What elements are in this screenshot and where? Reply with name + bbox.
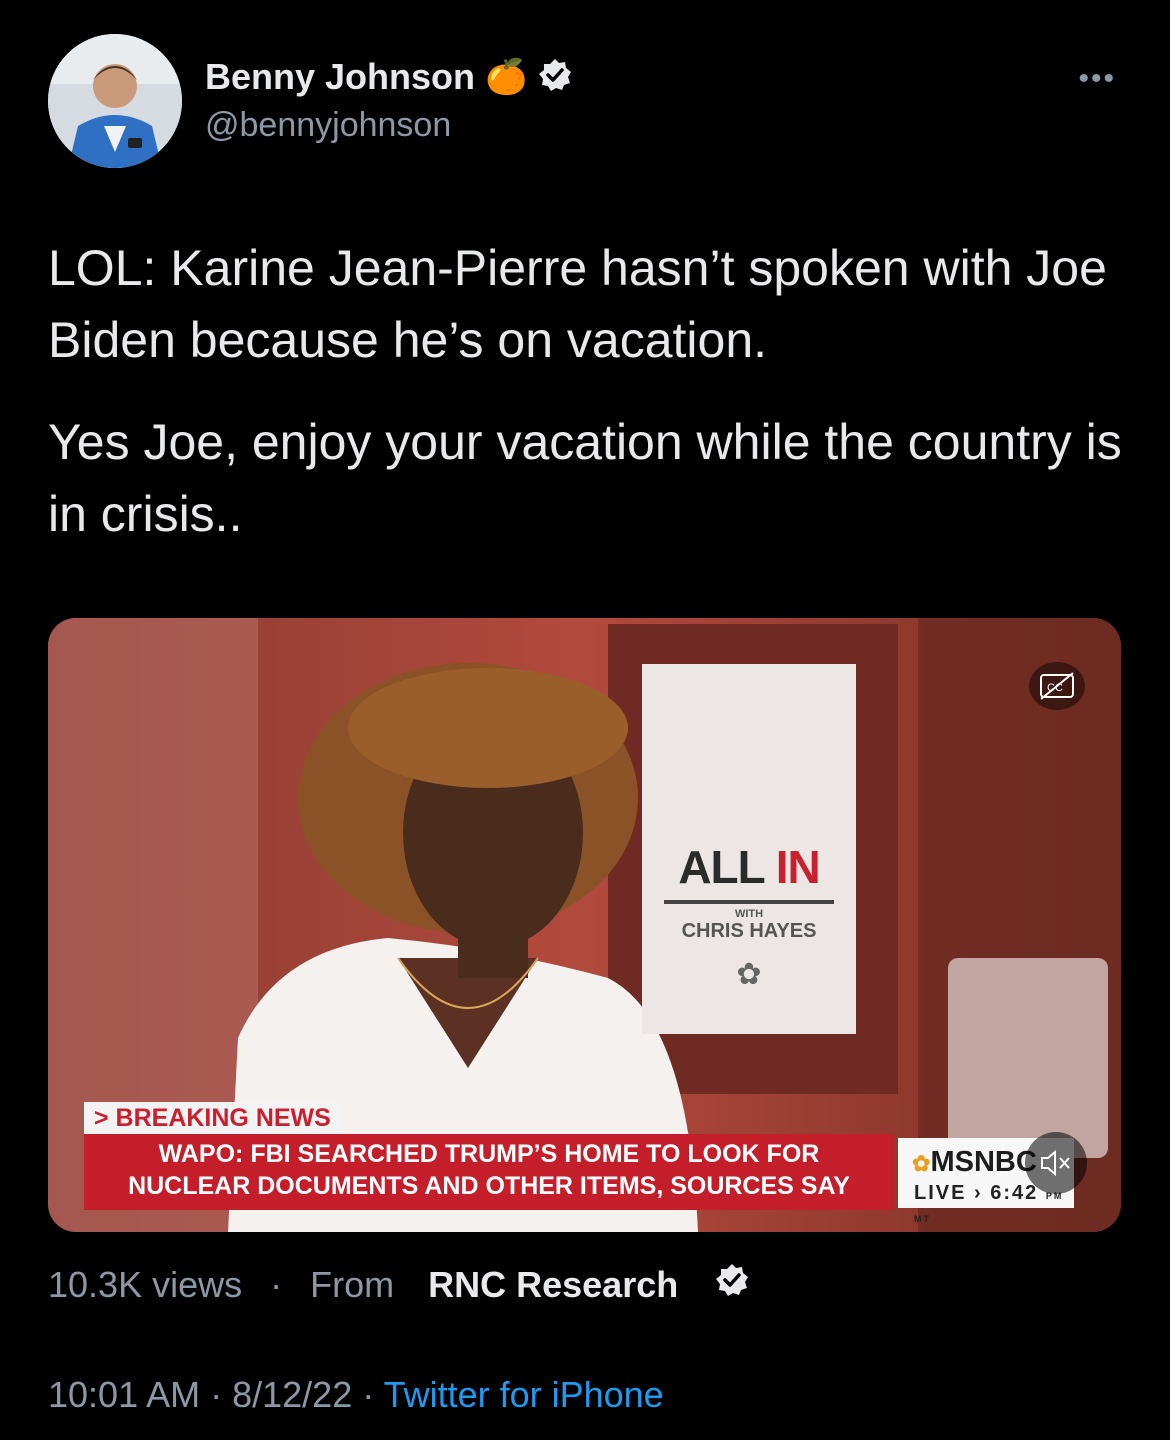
muted-speaker-icon[interactable] <box>1025 1132 1087 1194</box>
video-attribution: 10.3K views · From RNC Research <box>48 1262 750 1307</box>
show-title-all: ALL <box>678 841 776 893</box>
breaking-news-tag: > BREAKING NEWS <box>84 1102 341 1135</box>
headline-line-2: NUCLEAR DOCUMENTS AND OTHER ITEMS, SOURC… <box>128 1172 850 1200</box>
verified-badge-icon <box>537 57 573 98</box>
headline-line-1: WAPO: FBI SEARCHED TRUMP’S HOME TO LOOK … <box>158 1140 820 1168</box>
separator: · <box>270 1263 283 1305</box>
author-avatar[interactable] <box>48 34 182 168</box>
peacock-icon: ✿ <box>912 1151 931 1176</box>
orange-emoji: 🍊 <box>485 58 528 96</box>
verified-badge-icon <box>714 1262 750 1307</box>
tweet-paragraph-1: LOL: Karine Jean-Pierre hasn’t spoken wi… <box>48 240 1107 368</box>
tweet-time[interactable]: 10:01 AM <box>48 1374 200 1415</box>
all-in-sign: ALL IN WITH CHRIS HAYES ✿ <box>642 664 856 1034</box>
view-count: 10.3K views <box>48 1263 243 1305</box>
msnbc-logo: ✿MSNBC <box>912 1146 1037 1178</box>
source-account[interactable]: RNC Research <box>428 1264 678 1306</box>
tweet-timestamp: 10:01 AM · 8/12/22 · Twitter for iPhone <box>48 1374 664 1415</box>
show-host: CHRIS HAYES <box>681 920 817 942</box>
show-title-in: IN <box>775 841 821 893</box>
more-options-icon[interactable]: ••• <box>1078 62 1116 96</box>
author-name[interactable]: Benny Johnson <box>205 56 475 98</box>
show-with: WITH <box>734 908 764 920</box>
closed-captions-icon[interactable]: CC <box>1029 662 1085 710</box>
video-player[interactable]: ALL IN WITH CHRIS HAYES ✿ CC > BREAKING … <box>48 618 1121 1232</box>
author-handle[interactable]: @bennyjohnson <box>205 106 451 145</box>
tweet-text: LOL: Karine Jean-Pierre hasn’t spoken wi… <box>48 232 1128 580</box>
tweet-date[interactable]: 8/12/22 <box>232 1374 352 1415</box>
show-title: ALL IN <box>642 840 856 894</box>
from-label: From <box>310 1263 395 1305</box>
tweet-paragraph-2: Yes Joe, enjoy your vacation while the c… <box>48 414 1122 542</box>
breaking-news-headline: WAPO: FBI SEARCHED TRUMP’S HOME TO LOOK … <box>84 1134 894 1210</box>
tweet-client[interactable]: Twitter for iPhone <box>384 1374 664 1415</box>
peacock-logo-icon: ✿ <box>736 958 762 991</box>
